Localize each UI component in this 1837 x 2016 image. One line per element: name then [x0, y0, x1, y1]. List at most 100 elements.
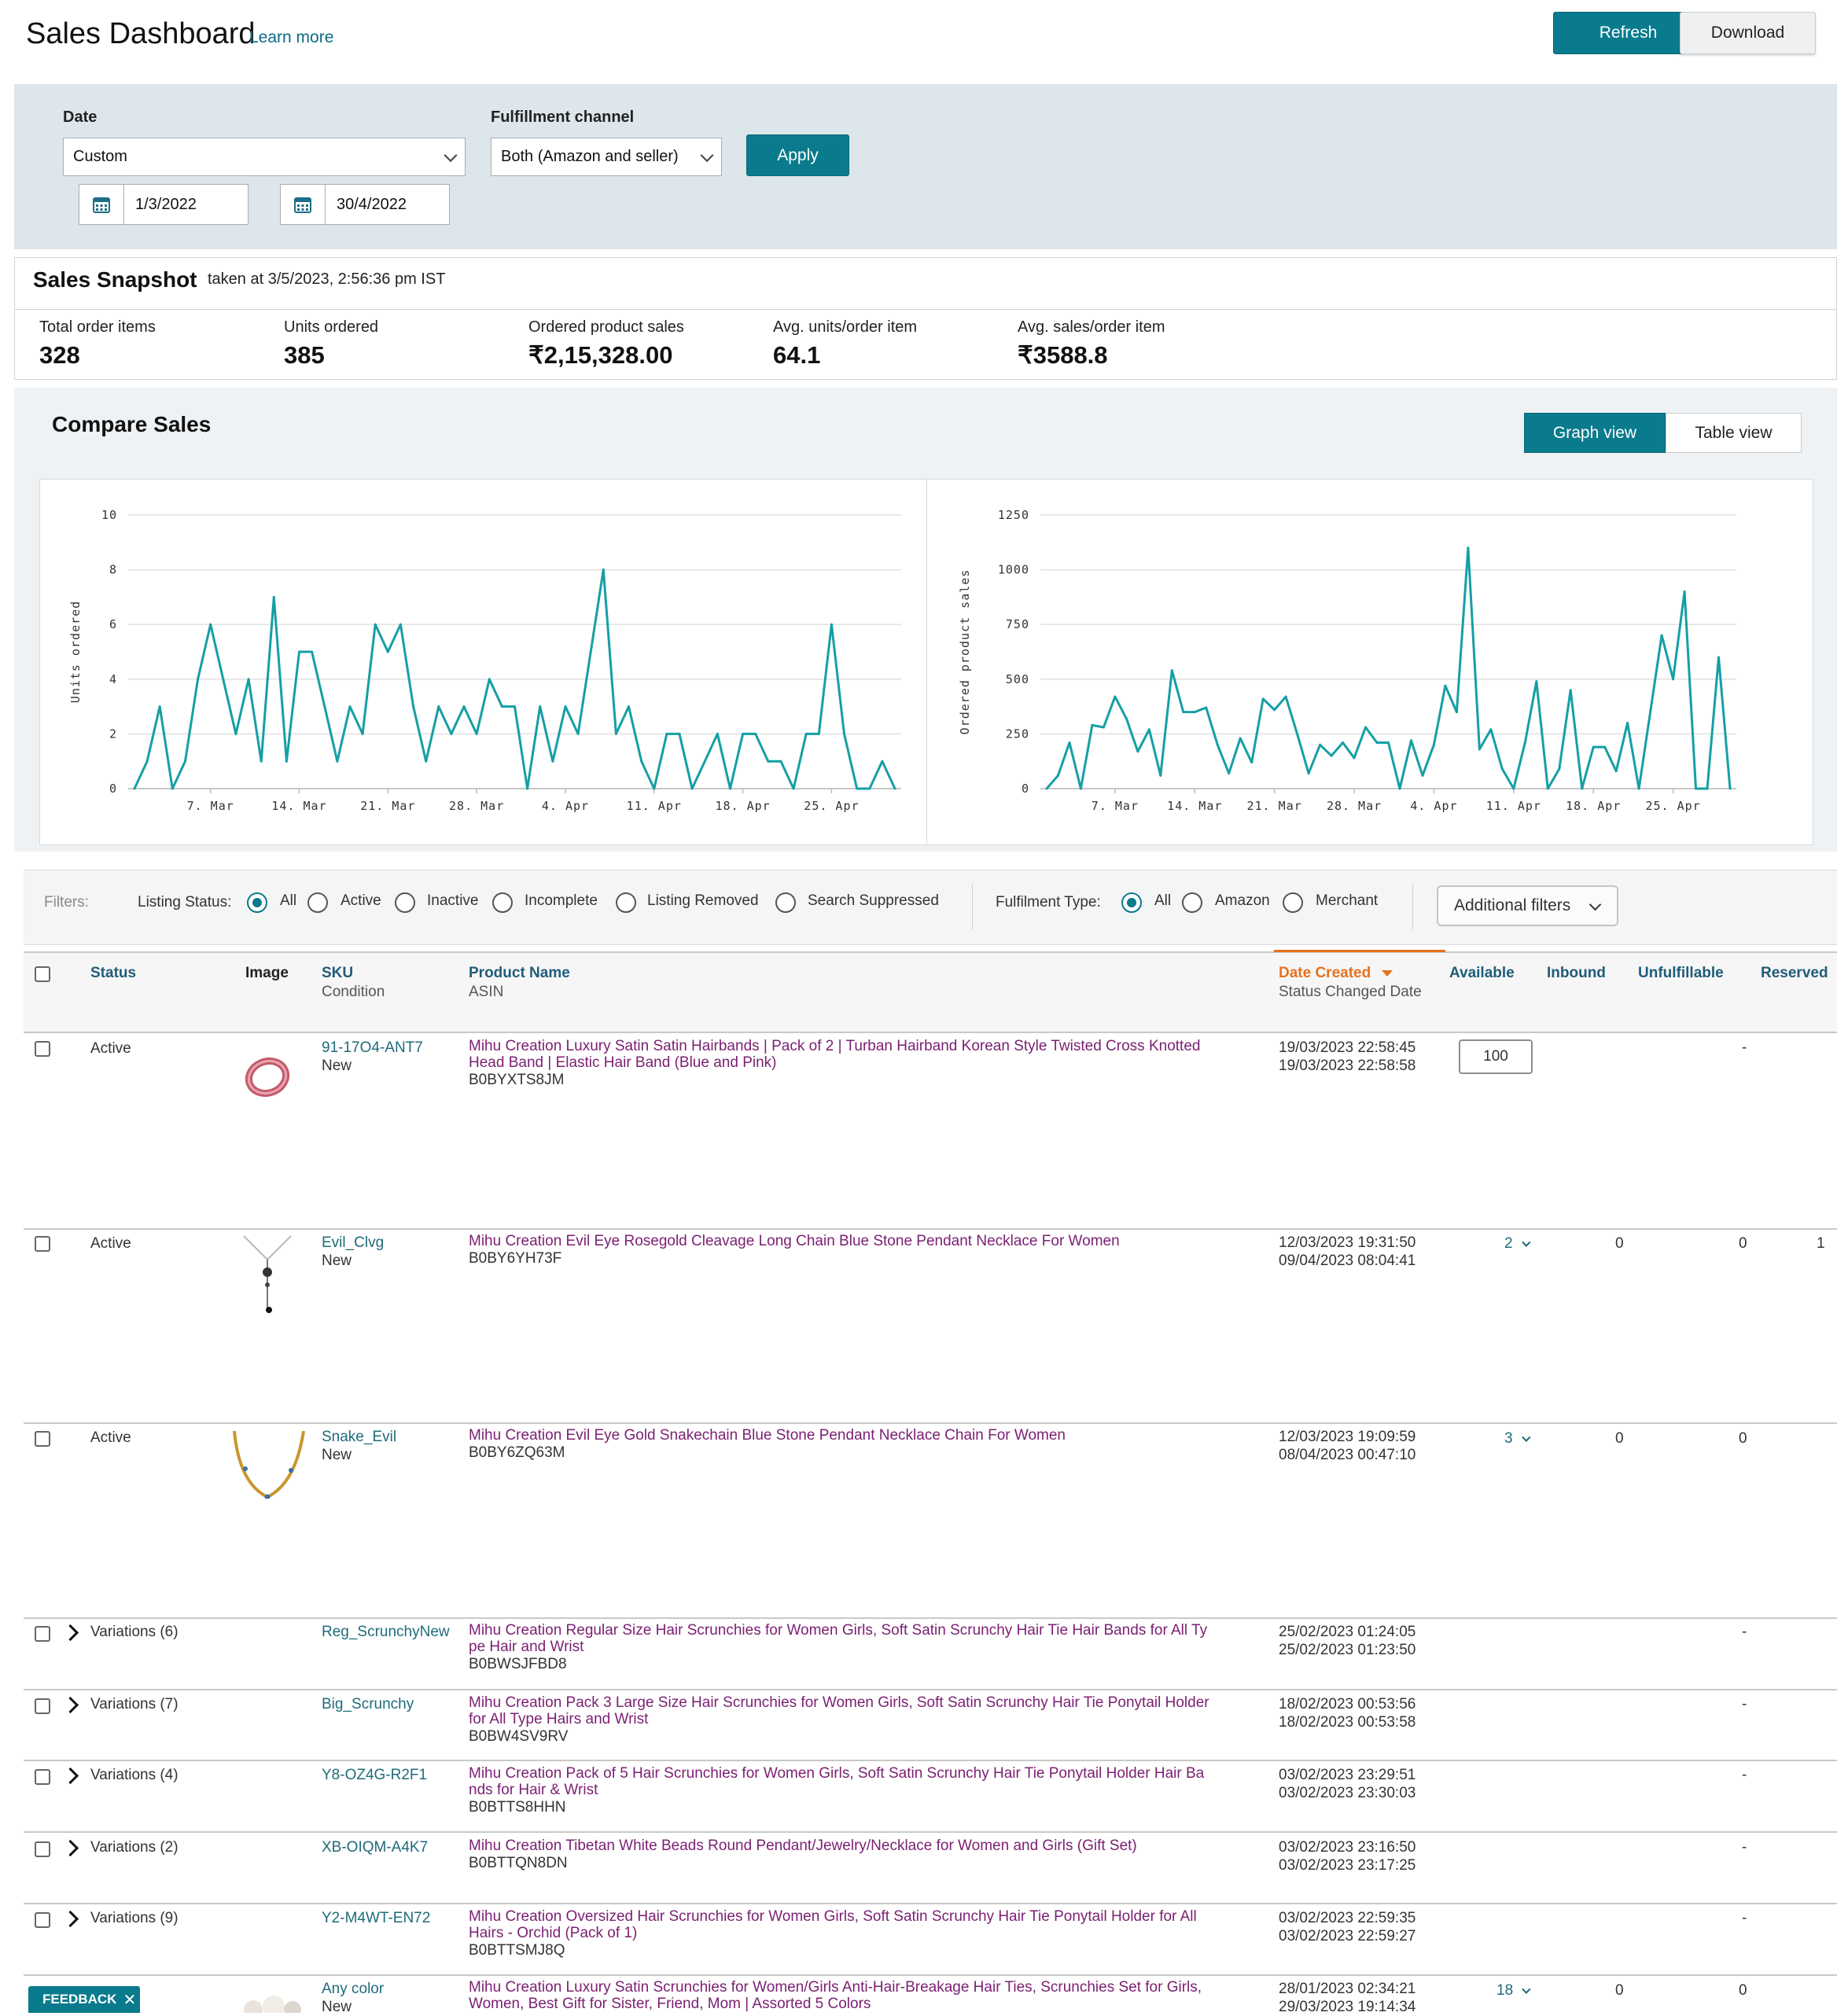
row-sku[interactable]: Evil_Clvg — [322, 1234, 384, 1253]
calendar-icon[interactable] — [281, 185, 326, 224]
radio-status-active[interactable] — [307, 892, 328, 913]
row-date-created: 03/02/2023 23:29:51 — [1279, 1767, 1416, 1783]
radio-type-amazon[interactable] — [1182, 892, 1202, 913]
radio-status-incomplete[interactable] — [492, 892, 513, 913]
header-available[interactable]: Available — [1449, 965, 1515, 982]
radio-status-inactive[interactable] — [395, 892, 415, 913]
row-product-name[interactable]: Mihu Creation Evil Eye Gold Snakechain B… — [469, 1427, 1066, 1444]
row-sku[interactable]: 91-17O4-ANT7 — [322, 1039, 423, 1058]
expand-chevron-icon[interactable] — [61, 1767, 79, 1785]
product-image[interactable] — [236, 1986, 307, 2013]
product-image[interactable] — [230, 1428, 308, 1500]
row-sku[interactable]: Reg_ScrunchyNew — [322, 1623, 450, 1642]
row-checkbox[interactable] — [35, 1041, 50, 1057]
row-sku[interactable]: Y8-OZ4G-R2F1 — [322, 1766, 427, 1785]
radio-type-all[interactable] — [1121, 892, 1142, 913]
header-date-created[interactable]: Date Created — [1279, 965, 1393, 982]
header-unfulfillable[interactable]: Unfulfillable — [1638, 965, 1724, 982]
row-product-name[interactable]: Mihu Creation Luxury Satin Scrunchies fo… — [469, 1979, 1202, 1996]
row-checkbox[interactable] — [35, 1431, 50, 1447]
radio-status-listing-removed[interactable] — [616, 892, 636, 913]
row-sku[interactable]: XB-OIQM-A4K7 — [322, 1838, 428, 1857]
row-product-name-cont[interactable]: nds for Hair & Wrist — [469, 1782, 598, 1799]
row-product-name[interactable]: Mihu Creation Pack of 5 Hair Scrunchies … — [469, 1765, 1204, 1782]
row-product-name-cont[interactable]: Head Band | Elastic Hair Band (Blue and … — [469, 1054, 776, 1072]
header-inbound[interactable]: Inbound — [1547, 965, 1606, 982]
row-variations[interactable]: Variations (4) — [90, 1767, 179, 1784]
feedback-tab[interactable]: FEEDBACK ✕ — [28, 1986, 140, 2013]
calendar-icon[interactable] — [79, 185, 124, 224]
row-status-changed: 03/02/2023 23:30:03 — [1279, 1785, 1416, 1801]
row-variations[interactable]: Variations (2) — [90, 1839, 179, 1856]
data-point — [881, 760, 884, 763]
row-unfulfillable: - — [1742, 1767, 1747, 1783]
header-sku[interactable]: SKU — [322, 965, 353, 982]
data-point — [311, 650, 314, 653]
row-asin: B0BYXTS8JM — [469, 1072, 565, 1088]
product-image[interactable] — [236, 1233, 299, 1315]
data-point — [374, 623, 377, 626]
product-image[interactable] — [240, 1046, 295, 1105]
data-point — [412, 705, 415, 708]
row-checkbox[interactable] — [35, 1698, 50, 1714]
row-product-name[interactable]: Mihu Creation Pack 3 Large Size Hair Scr… — [469, 1694, 1209, 1712]
row-product-name[interactable]: Mihu Creation Tibetan White Beads Round … — [469, 1838, 1137, 1855]
expand-chevron-icon[interactable] — [61, 1696, 79, 1714]
y-axis-label: Ordered product sales — [958, 569, 972, 735]
row-sku[interactable]: Y2-M4WT-EN72 — [322, 1909, 430, 1928]
row-product-name-cont[interactable]: for All Type Hairs and Wrist — [469, 1711, 648, 1728]
row-unfulfillable: - — [1742, 1624, 1747, 1640]
row-checkbox[interactable] — [35, 1841, 50, 1857]
additional-filters-button[interactable]: Additional filters — [1437, 885, 1618, 926]
end-date-field[interactable]: 30/4/2022 — [280, 184, 450, 225]
row-checkbox[interactable] — [35, 1769, 50, 1785]
row-product-name[interactable]: Mihu Creation Regular Size Hair Scrunchi… — [469, 1622, 1207, 1639]
channel-select[interactable]: Both (Amazon and seller) — [491, 138, 722, 176]
download-button[interactable]: Download — [1680, 12, 1816, 54]
table-view-toggle[interactable]: Table view — [1666, 413, 1802, 453]
metric-value: 64.1 — [773, 341, 821, 369]
row-variations[interactable]: Variations (9) — [90, 1910, 179, 1927]
select-all-checkbox[interactable] — [35, 966, 50, 982]
radio-type-merchant[interactable] — [1283, 892, 1303, 913]
metric-value: ₹3588.8 — [1018, 341, 1108, 369]
row-checkbox[interactable] — [35, 1626, 50, 1642]
row-available-dropdown[interactable]: 18 — [1496, 1982, 1531, 1999]
close-icon[interactable]: ✕ — [123, 1990, 136, 2010]
data-point — [526, 787, 529, 790]
y-tick-label: 10 — [101, 508, 117, 522]
row-product-name[interactable]: Mihu Creation Evil Eye Rosegold Cleavage… — [469, 1233, 1120, 1250]
row-sku[interactable]: Any color — [322, 1980, 384, 1999]
radio-status-all[interactable] — [247, 892, 267, 913]
row-checkbox[interactable] — [35, 1912, 50, 1928]
expand-chevron-icon[interactable] — [61, 1624, 79, 1642]
metric-label: Total order items — [39, 318, 156, 336]
radio-status-search-suppressed[interactable] — [775, 892, 796, 913]
row-unfulfillable: - — [1742, 1839, 1747, 1856]
learn-more-link[interactable]: Learn more — [249, 28, 333, 47]
row-available-dropdown[interactable]: 2 — [1504, 1235, 1531, 1253]
row-available-dropdown[interactable]: 3 — [1504, 1430, 1531, 1448]
header-status[interactable]: Status — [90, 965, 136, 982]
header-product-name[interactable]: Product Name — [469, 965, 570, 982]
expand-chevron-icon[interactable] — [61, 1910, 79, 1928]
row-product-name[interactable]: Mihu Creation Oversized Hair Scrunchies … — [469, 1908, 1197, 1926]
available-input[interactable]: 100 — [1459, 1039, 1533, 1074]
row-product-name-cont[interactable]: pe Hair and Wrist — [469, 1639, 583, 1656]
row-product-name-cont[interactable]: Hairs - Orchid (Pack of 1) — [469, 1925, 637, 1942]
row-sku[interactable]: Snake_Evil — [322, 1428, 396, 1447]
expand-chevron-icon[interactable] — [61, 1839, 79, 1857]
row-checkbox[interactable] — [35, 1236, 50, 1252]
date-select[interactable]: Custom — [63, 138, 466, 176]
apply-button[interactable]: Apply — [746, 134, 849, 176]
graph-view-toggle[interactable]: Graph view — [1524, 413, 1666, 453]
row-date-created: 03/02/2023 23:16:50 — [1279, 1839, 1416, 1856]
row-variations[interactable]: Variations (6) — [90, 1624, 179, 1641]
row-variations[interactable]: Variations (7) — [90, 1696, 179, 1713]
row-sku[interactable]: Big_Scrunchy — [322, 1695, 414, 1714]
row-status: Active — [90, 1040, 131, 1057]
header-reserved[interactable]: Reserved — [1761, 965, 1828, 982]
row-product-name[interactable]: Mihu Creation Luxury Satin Satin Hairban… — [469, 1038, 1200, 1055]
row-product-name-cont[interactable]: Women, Best Gift for Sister, Friend, Mom… — [469, 1996, 871, 2013]
start-date-field[interactable]: 1/3/2022 — [79, 184, 248, 225]
